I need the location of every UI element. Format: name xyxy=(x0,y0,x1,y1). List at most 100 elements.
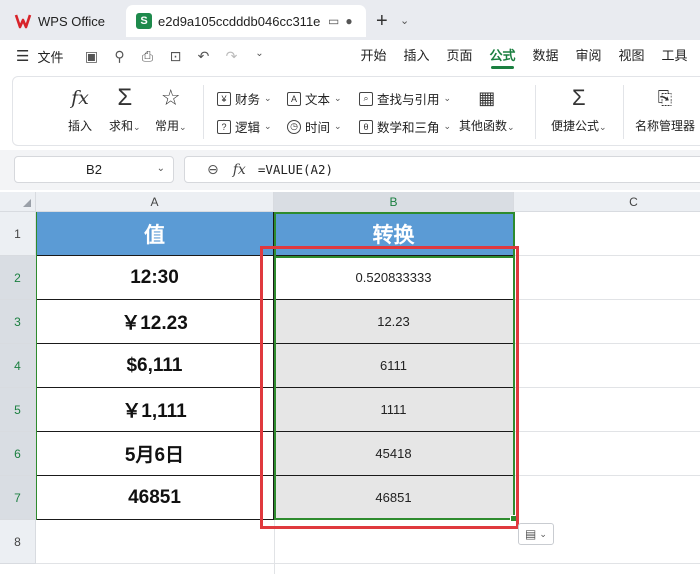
math-functions-button[interactable]: θ 数学和三角 ⌄ xyxy=(359,117,451,136)
common-functions-button[interactable]: ☆ 常用⌄ xyxy=(155,85,187,134)
paste-options-button[interactable]: ▤ ⌄ xyxy=(518,523,554,545)
cell-b7[interactable]: 46851 xyxy=(274,476,514,520)
monitor-icon[interactable]: ▭ xyxy=(328,14,339,28)
row-header-3[interactable]: 3 xyxy=(0,300,36,344)
wps-home-tab[interactable]: WPS Office xyxy=(4,6,122,36)
clock-icon: ◷ xyxy=(287,119,301,134)
quick-access-toolbar: ▣ ⚲ ⎙ ⊡ ↶ ↷ ⌄ xyxy=(83,48,267,65)
undo-icon[interactable]: ↶ xyxy=(195,48,211,65)
cell-a4[interactable]: $6,111 xyxy=(36,344,274,388)
lookup-functions-button[interactable]: ⌕ 查找与引用 ⌄ xyxy=(359,89,451,108)
tab-page[interactable]: 页面 xyxy=(438,40,481,72)
row-header-4[interactable]: 4 xyxy=(0,344,36,388)
formula-text: =VALUE(A2) xyxy=(257,162,334,177)
tab-tools[interactable]: 工具 xyxy=(653,40,696,72)
formula-ribbon: fx 插入 Σ 求和⌄ ☆ 常用⌄ ¥ 财务 ⌄ ? 逻辑 ⌄ A 文本 ⌄ ◷ 时间… xyxy=(12,76,700,146)
select-all-corner[interactable] xyxy=(0,192,36,212)
text-icon: A xyxy=(287,91,301,106)
time-functions-button[interactable]: ◷ 时间 ⌄ xyxy=(287,117,342,136)
name-tag-icon: ⎘ xyxy=(657,87,673,108)
row-header-1[interactable]: 1 xyxy=(0,212,36,256)
calendar-icon: ▦ xyxy=(478,87,496,108)
gridline xyxy=(274,520,275,574)
gridline xyxy=(514,431,700,432)
cell-b5[interactable]: 1111 xyxy=(274,388,514,432)
autosum-button[interactable]: Σ 求和⌄ xyxy=(109,84,141,134)
name-manager-button[interactable]: ⎘ 名称管理器 xyxy=(635,85,695,134)
tab-data[interactable]: 数据 xyxy=(524,40,567,72)
chevron-down-icon: ⌄ xyxy=(539,528,547,539)
gridline xyxy=(514,343,700,344)
insert-function-button[interactable]: fx 插入 xyxy=(67,85,93,134)
tab-review[interactable]: 审阅 xyxy=(567,40,610,72)
menu-icon[interactable]: ☰ xyxy=(16,47,29,65)
text-functions-button[interactable]: A 文本 ⌄ xyxy=(287,89,342,108)
select-all-triangle-icon xyxy=(23,199,31,207)
file-menu[interactable]: 文件 xyxy=(37,47,63,66)
row-header-8[interactable]: 8 xyxy=(0,520,36,564)
close-tab-icon[interactable]: ● xyxy=(345,14,352,28)
formula-bar: B2 ⌄ ⊖ fx =VALUE(A2) xyxy=(0,150,700,190)
wps-spreadsheet-window: WPS Office S e2d9a105ccdddb046cc311e ▭ ●… xyxy=(0,0,700,574)
column-header-c[interactable]: C xyxy=(514,192,700,212)
ribbon-divider xyxy=(535,85,536,139)
tab-view[interactable]: 视图 xyxy=(610,40,653,72)
quick-formula-button[interactable]: Σ 便捷公式⌄ xyxy=(551,85,607,134)
row-header-7[interactable]: 7 xyxy=(0,476,36,520)
gridline xyxy=(36,563,700,564)
tab-insert[interactable]: 插入 xyxy=(395,40,438,72)
ribbon-divider xyxy=(203,85,204,139)
search-icon: ⌕ xyxy=(359,91,373,106)
zoom-icon[interactable]: ⊖ xyxy=(207,161,219,178)
wps-app-name: WPS Office xyxy=(38,13,105,29)
row-header-6[interactable]: 6 xyxy=(0,432,36,476)
cell-a1[interactable]: 值 xyxy=(36,212,274,256)
formula-input[interactable]: ⊖ fx =VALUE(A2) xyxy=(184,156,700,183)
cell-b2[interactable]: 0.520833333 xyxy=(274,256,514,300)
column-header-a[interactable]: A xyxy=(36,192,274,212)
column-header-b[interactable]: B xyxy=(274,192,514,212)
title-bar: WPS Office S e2d9a105ccdddb046cc311e ▭ ●… xyxy=(0,0,700,40)
fx-icon[interactable]: fx xyxy=(233,162,246,178)
format-painter-icon[interactable]: ⚲ xyxy=(111,48,127,65)
new-tab-plus-icon[interactable]: + xyxy=(376,10,388,33)
finance-functions-button[interactable]: ¥ 财务 ⌄ xyxy=(217,89,272,108)
cell-a5[interactable]: ￥1,111 xyxy=(36,388,274,432)
gridline xyxy=(514,255,700,256)
sigma-plus-icon: Σ xyxy=(571,85,586,110)
chevron-down-icon[interactable]: ⌄ xyxy=(251,48,267,65)
ribbon-tabs: 开始 插入 页面 公式 数据 审阅 视图 工具 xyxy=(352,40,696,72)
cell-a2[interactable]: 12:30 xyxy=(36,256,274,300)
document-tab-title: e2d9a105ccdddb046cc311e xyxy=(158,13,321,29)
name-box[interactable]: B2 ⌄ xyxy=(14,156,174,183)
row-header-2[interactable]: 2 xyxy=(0,256,36,300)
tab-formulas[interactable]: 公式 xyxy=(481,40,524,72)
cell-a3[interactable]: ￥12.23 xyxy=(36,300,274,344)
print-preview-icon[interactable]: ⊡ xyxy=(167,48,183,65)
other-functions-button[interactable]: ▦ 其他函数⌄ xyxy=(459,85,515,134)
gridline xyxy=(514,299,700,300)
print-icon[interactable]: ⎙ xyxy=(139,48,155,65)
cell-b4[interactable]: 6111 xyxy=(274,344,514,388)
paste-options-icon: ▤ xyxy=(525,527,537,541)
redo-icon[interactable]: ↷ xyxy=(223,48,239,65)
save-icon[interactable]: ▣ xyxy=(83,48,99,65)
fill-handle[interactable] xyxy=(510,515,517,522)
ribbon-divider xyxy=(623,85,624,139)
chevron-down-icon[interactable]: ⌄ xyxy=(400,14,409,27)
currency-icon: ¥ xyxy=(217,91,231,106)
chevron-down-icon[interactable]: ⌄ xyxy=(157,163,165,174)
cell-b3[interactable]: 12.23 xyxy=(274,300,514,344)
wps-logo-icon xyxy=(14,12,32,30)
cell-b6[interactable]: 45418 xyxy=(274,432,514,476)
cell-b1[interactable]: 转换 xyxy=(274,212,514,256)
cell-a6[interactable]: 5月6日 xyxy=(36,432,274,476)
column-a-left-border xyxy=(36,212,37,520)
spreadsheet-icon: S xyxy=(136,13,152,29)
document-tab[interactable]: S e2d9a105ccdddb046cc311e ▭ ● xyxy=(126,5,366,37)
cell-a7[interactable]: 46851 xyxy=(36,476,274,520)
row-header-5[interactable]: 5 xyxy=(0,388,36,432)
tab-home[interactable]: 开始 xyxy=(352,40,395,72)
logical-functions-button[interactable]: ? 逻辑 ⌄ xyxy=(217,117,272,136)
gridline xyxy=(514,387,700,388)
